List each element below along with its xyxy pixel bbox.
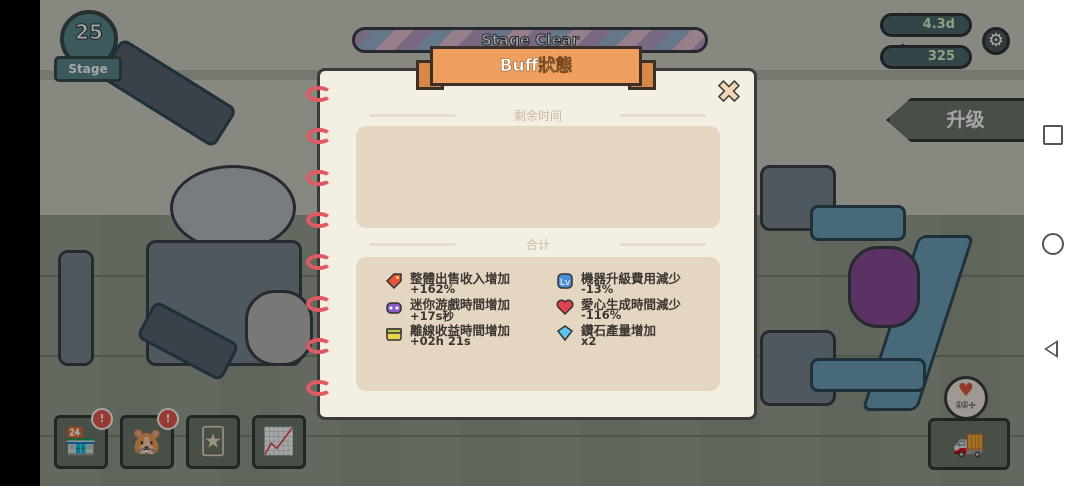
diamond-icon [555,324,575,342]
buff-item: 迷你游戲時間增加 +17s秒 [384,296,554,323]
buff-value: +02h 21s [410,334,471,348]
sell-tag-icon [384,272,404,290]
modal-title: Buff狀態 [430,46,642,86]
remaining-time-panel [356,126,720,228]
notebook-ring [306,128,332,144]
buff-item: 鑽石產量增加 x2 [555,322,725,348]
buff-item: 整體出售收入增加 +162% [384,270,554,296]
recents-icon[interactable] [1043,125,1063,145]
notebook-ring [306,296,332,312]
notebook-ring [306,86,332,102]
notebook-ring [306,212,332,228]
buff-item: Lv 機器升級費用減少 -13% [555,270,725,296]
notebook-ring [306,380,332,396]
gamepad-icon [384,298,404,316]
home-icon[interactable] [1042,233,1064,255]
remaining-time-label: 剩余时间 [356,107,720,124]
buff-value: x2 [581,334,597,348]
buff-item: 離線收益時間增加 +02h 21s [384,322,554,348]
total-label: 合计 [356,236,720,253]
title-ribbon: Buff狀態 [416,46,656,96]
machine-upgrade-icon: Lv [555,272,575,290]
system-nav-bar [1024,0,1080,486]
close-icon[interactable]: ✖ [712,75,746,111]
notebook-ring [306,254,332,270]
heart-icon [555,298,575,316]
notebook-ring [306,338,332,354]
svg-text:Lv: Lv [560,278,571,288]
notebook-ring [306,170,332,186]
offline-box-icon [384,324,404,342]
back-icon[interactable] [1044,340,1058,358]
buff-item: 愛心生成時間減少 -116% [555,296,725,322]
